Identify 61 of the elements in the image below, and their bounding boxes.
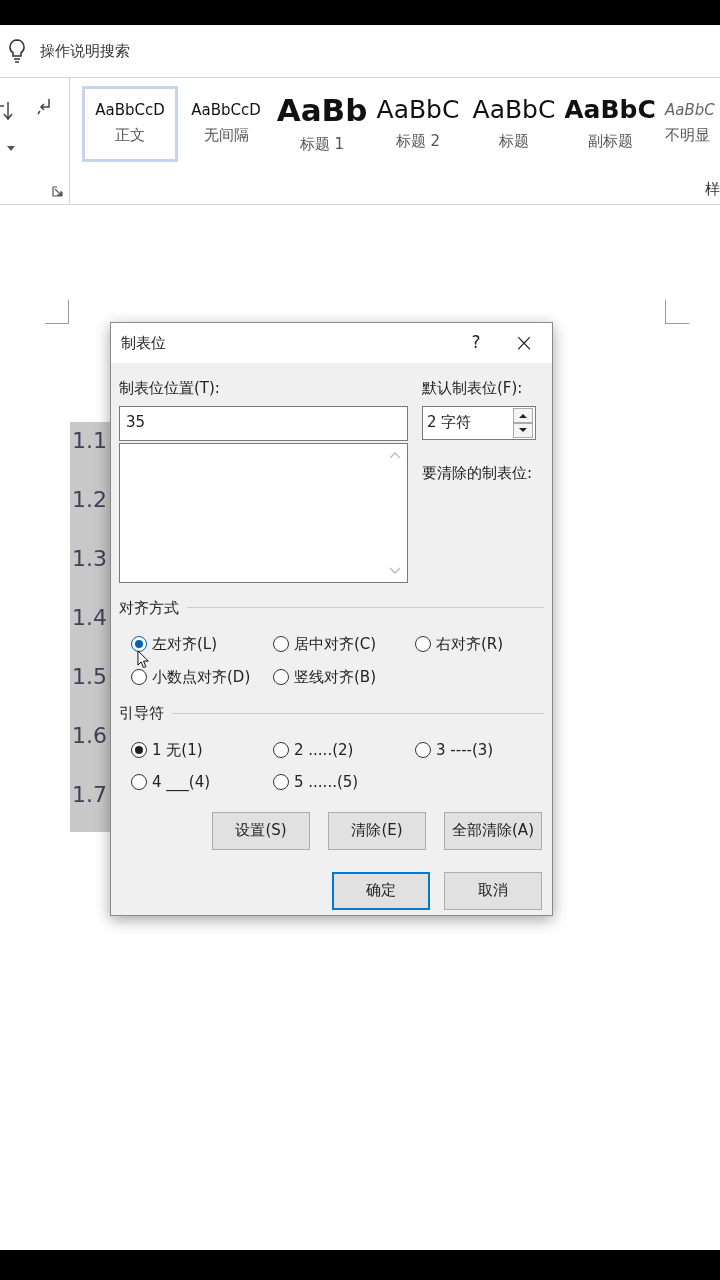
dialog-button[interactable]: 取消 <box>444 871 542 910</box>
radio-button[interactable] <box>131 741 147 758</box>
default-tab-spinner[interactable]: 2 字符 <box>421 405 536 440</box>
action-button[interactable]: 全部清除(A) <box>444 811 542 850</box>
group-label: 引导符 <box>119 703 164 724</box>
list-number: 1.2 <box>71 486 107 514</box>
close-button[interactable]: × <box>496 325 552 361</box>
mouse-cursor-icon <box>137 650 150 669</box>
list-number: 1.4 <box>71 604 107 632</box>
radio-label[interactable]: 左对齐(L) <box>152 633 218 656</box>
lightbulb-icon <box>8 39 26 63</box>
dialog-button[interactable]: 确定 <box>332 871 430 910</box>
radio-button[interactable] <box>131 774 147 791</box>
style-gallery-item[interactable]: AaBbC 标题 <box>466 86 562 162</box>
spinner-value: 2 字符 <box>426 412 473 434</box>
list-number: 1.6 <box>71 722 107 750</box>
style-gallery-item[interactable]: AaBbCcD 正文 <box>82 86 178 162</box>
radio-label[interactable]: 3 ----(3) <box>436 738 494 761</box>
paragraph-mark-icon[interactable] <box>37 98 53 116</box>
tab-position-field[interactable]: 35 <box>119 405 408 441</box>
radio-label[interactable]: 4 ___(4) <box>152 771 211 794</box>
field-label: 制表位位置(T): <box>119 378 221 399</box>
help-button[interactable]: ? <box>456 330 496 356</box>
radio-button[interactable] <box>273 668 289 685</box>
radio-button[interactable] <box>415 741 431 758</box>
list-number: 1.1 <box>71 427 107 455</box>
page-corner-mark <box>45 300 69 324</box>
radio-label[interactable]: 小数点对齐(D) <box>152 665 251 688</box>
field-label: 默认制表位(F): <box>421 378 524 399</box>
style-gallery-item[interactable]: AaBbC 不明显 <box>658 86 720 162</box>
dropdown-caret-icon[interactable] <box>7 146 15 151</box>
spinner-arrows-icon[interactable] <box>512 407 533 438</box>
radio-label[interactable]: 2 .....(2) <box>294 738 354 761</box>
radio-button[interactable] <box>415 636 431 653</box>
radio-button[interactable] <box>273 774 289 791</box>
list-number: 1.7 <box>71 781 107 809</box>
radio-label[interactable]: 1 无(1) <box>152 738 203 761</box>
list-number: 1.5 <box>71 663 107 691</box>
radio-label[interactable]: 右对齐(R) <box>436 633 504 656</box>
group-label: 对齐方式 <box>119 597 179 619</box>
radio-button[interactable] <box>131 668 147 685</box>
search-prompt[interactable]: 操作说明搜索 <box>40 39 130 63</box>
radio-label[interactable]: 居中对齐(C) <box>294 633 377 656</box>
dialog-title: 制表位 <box>121 332 166 354</box>
radio-label[interactable]: 竖线对齐(B) <box>294 665 376 688</box>
list-number: 1.3 <box>71 545 107 573</box>
style-gallery-item[interactable]: AaBbC 标题 2 <box>370 86 466 162</box>
style-gallery-item[interactable]: AaBbC 副标题 <box>562 86 658 162</box>
radio-button[interactable] <box>131 636 147 653</box>
group-label: 样 <box>705 178 720 200</box>
radio-button[interactable] <box>273 636 289 653</box>
section-label: 要清除的制表位: <box>421 462 534 484</box>
radio-button[interactable] <box>273 741 289 758</box>
radio-label[interactable]: 5 ......(5) <box>294 771 359 794</box>
style-gallery-item[interactable]: AaBbCcD 无间隔 <box>178 86 274 162</box>
action-button[interactable]: 清除(E) <box>328 811 426 850</box>
dialog-launcher-icon[interactable] <box>52 186 63 197</box>
sort-icon[interactable] <box>0 100 14 122</box>
style-gallery-item[interactable]: AaBb 标题 1 <box>274 86 370 162</box>
page-corner-mark <box>665 300 689 324</box>
action-button[interactable]: 设置(S) <box>212 811 310 850</box>
